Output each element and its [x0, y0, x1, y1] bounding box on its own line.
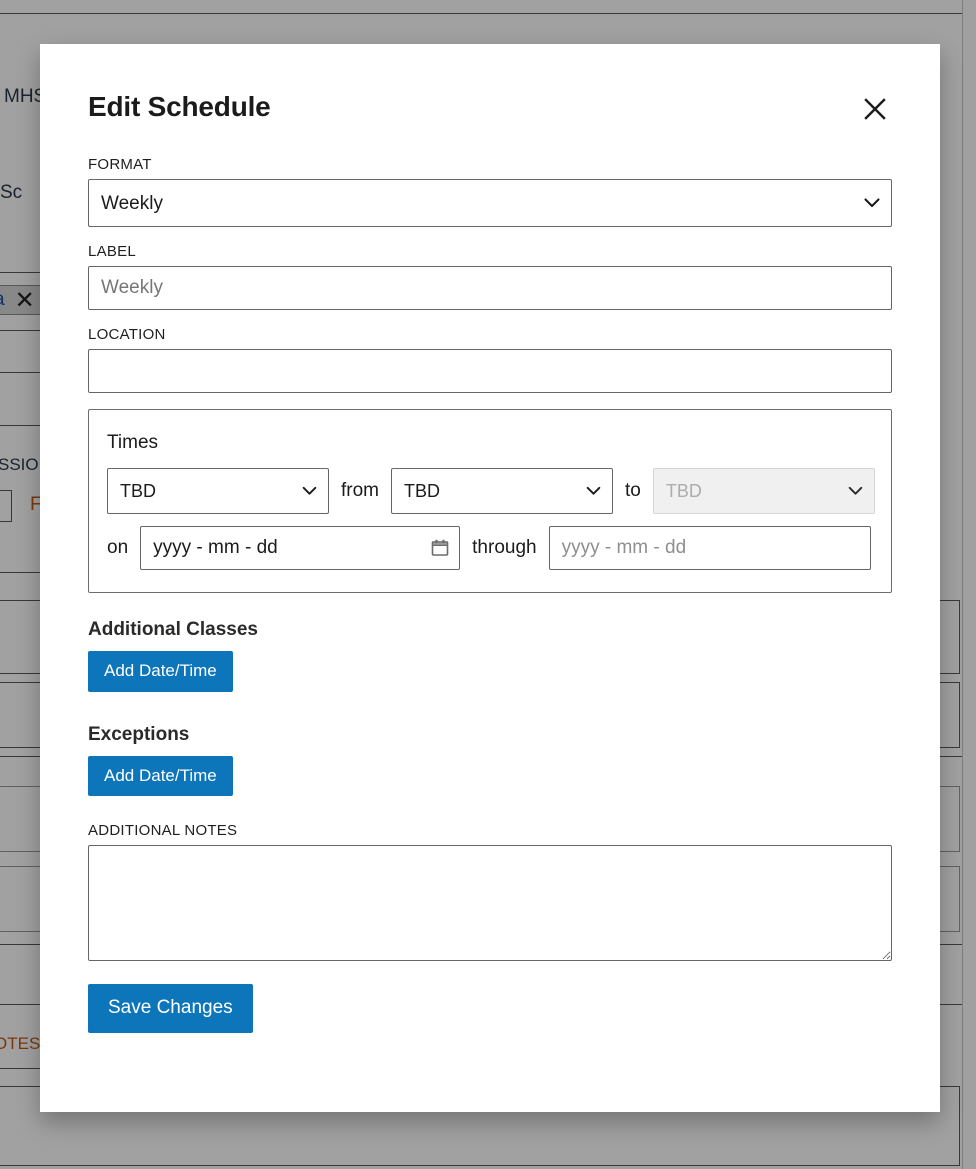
through-date-wrap: yyyy - mm - dd: [548, 526, 871, 570]
label-field-group: LABEL: [88, 243, 892, 310]
edit-schedule-dialog: Edit Schedule FORMAT Weekly LABEL Weekly…: [40, 44, 940, 1112]
label-field-label: LABEL: [88, 243, 136, 260]
location-input[interactable]: [88, 349, 892, 393]
exceptions-heading: Exceptions: [88, 723, 190, 745]
location-field-label: LOCATION: [88, 326, 166, 343]
format-field-group: FORMAT Weekly: [88, 156, 892, 227]
from-word: from: [341, 480, 379, 501]
times-group: Times TBD from TBD to TBD on yyyy - mm -…: [88, 409, 892, 593]
through-date-input[interactable]: yyyy - mm - dd: [548, 526, 871, 570]
times-heading: Times: [107, 432, 159, 453]
times-row-selects: TBD from TBD to TBD: [107, 468, 875, 514]
times-row-dates: on yyyy - mm - dd through yyyy - mm - dd: [107, 526, 873, 570]
day-select-wrap: TBD: [107, 468, 329, 514]
add-date-time-additional-classes-button[interactable]: Add Date/Time: [88, 651, 233, 692]
additional-notes-textarea[interactable]: [88, 845, 892, 962]
format-select[interactable]: Weekly: [88, 179, 892, 227]
additional-notes-label: ADDITIONAL NOTES: [88, 822, 238, 840]
to-word: to: [625, 480, 641, 501]
to-time-select[interactable]: TBD: [652, 468, 875, 514]
dialog-header: Edit Schedule: [88, 91, 892, 126]
save-button[interactable]: Save Changes: [88, 984, 253, 1034]
on-date-wrap: yyyy - mm - dd: [140, 526, 461, 570]
to-select-wrap: TBD: [652, 468, 875, 514]
additional-notes-group: ADDITIONAL NOTES: [88, 822, 892, 966]
from-time-select[interactable]: TBD: [391, 468, 613, 514]
location-field-group: LOCATION: [88, 326, 892, 393]
format-select-wrap: Weekly: [88, 179, 892, 227]
label-input[interactable]: [88, 266, 892, 310]
on-word: on: [107, 537, 129, 558]
page-root: MHS Sc a ✕ SSION F OTES Edit Schedule: [0, 0, 976, 1169]
add-date-time-exceptions-button[interactable]: Add Date/Time: [88, 755, 233, 797]
through-date-placeholder: yyyy - mm - dd: [561, 537, 687, 558]
through-word: through: [472, 537, 537, 558]
on-date-input[interactable]: yyyy - mm - dd: [140, 526, 461, 570]
close-icon[interactable]: [858, 92, 892, 126]
additional-classes-heading: Additional Classes: [88, 619, 258, 640]
on-date-value: yyyy - mm - dd: [153, 537, 278, 558]
day-select[interactable]: TBD: [107, 468, 329, 514]
from-select-wrap: TBD: [391, 468, 613, 514]
page-title: Edit Schedule: [88, 91, 271, 122]
format-label: FORMAT: [88, 156, 152, 173]
